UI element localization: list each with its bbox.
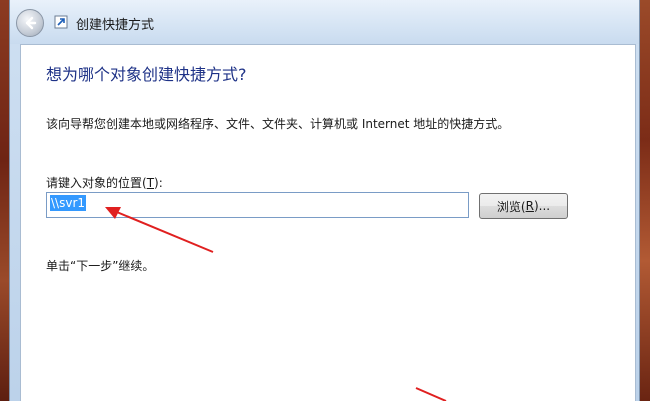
create-shortcut-window: 创建快捷方式 想为哪个对象创建快捷方式? 该向导帮您创建本地或网络程序、文件、文… [9,0,640,401]
wizard-heading: 想为哪个对象创建快捷方式? [46,65,247,84]
title-bar: 创建快捷方式 [10,0,639,44]
wizard-description: 该向导帮您创建本地或网络程序、文件、文件夹、计算机或 Internet 地址的快… [46,117,510,131]
location-input-value: \\svr1 [50,195,87,211]
browse-label-accesskey: R [525,199,534,213]
location-label-accesskey: T [146,176,155,190]
browse-button[interactable]: 浏览(R)... [479,193,568,219]
location-label-prefix: 请键入对象的位置( [46,176,147,190]
window-title: 创建快捷方式 [76,18,155,33]
location-label-suffix: ): [154,176,163,190]
back-button[interactable] [16,9,44,37]
wizard-content: 想为哪个对象创建快捷方式? 该向导帮您创建本地或网络程序、文件、文件夹、计算机或… [20,44,636,401]
back-arrow-icon [25,16,37,30]
location-input[interactable]: \\svr1 [46,192,469,218]
continue-hint: 单击“下一步”继续。 [46,259,155,273]
browse-label-prefix: 浏览( [496,199,526,214]
location-label: 请键入对象的位置(T): [46,174,163,191]
shortcut-wizard-icon [54,15,68,29]
browse-label-suffix: )... [533,199,551,213]
